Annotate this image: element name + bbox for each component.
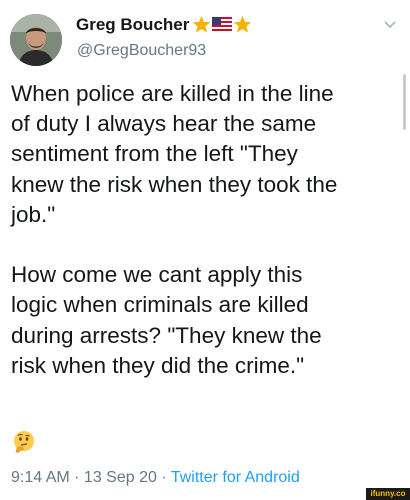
author-name-badges [192, 14, 252, 34]
tweet-line: When police are killed in the line [11, 81, 334, 106]
author-handle[interactable]: @GregBoucher93 [77, 42, 206, 60]
thinking-face-icon [14, 431, 34, 453]
tweet-line: risk when they did the crime." [11, 352, 305, 378]
star-icon [192, 15, 211, 32]
tweet-source-link[interactable]: Twitter for Android [171, 469, 300, 486]
tweet-line: of duty I always hear the same [11, 111, 317, 137]
star-icon [233, 15, 252, 32]
avatar[interactable] [10, 14, 62, 66]
chevron-down-icon[interactable] [383, 20, 397, 30]
tweet-line: during arrests? "They knew the [11, 322, 322, 348]
tweet-metadata: 9:14 AM · 13 Sep 20 · Twitter for Androi… [11, 469, 300, 487]
tweet-line: sentiment from the left "They [11, 141, 298, 167]
watermark-logo: ifunny.co [366, 488, 410, 500]
avatar-photo-icon [10, 14, 62, 66]
tweet-line: logic when criminals are killed [11, 292, 309, 318]
author-display-name[interactable]: Greg Boucher [76, 15, 189, 35]
scrollbar[interactable] [403, 74, 406, 130]
tweet-line: How come we cant apply this [11, 262, 303, 288]
tweet-paragraph-1: When police are killed in the line of du… [11, 79, 403, 230]
tweet-text: When police are killed in the line of du… [11, 79, 403, 381]
tweet-card: Greg Boucher @GregBoucher93 When police … [0, 0, 410, 500]
tweet-line: knew the risk when they took the [11, 171, 338, 197]
tweet-line: job." [11, 201, 56, 227]
us-flag-icon [212, 16, 232, 32]
tweet-timestamp[interactable]: 9:14 AM · 13 Sep 20 · [11, 469, 171, 486]
tweet-paragraph-2: How come we cant apply this logic when c… [11, 260, 403, 381]
